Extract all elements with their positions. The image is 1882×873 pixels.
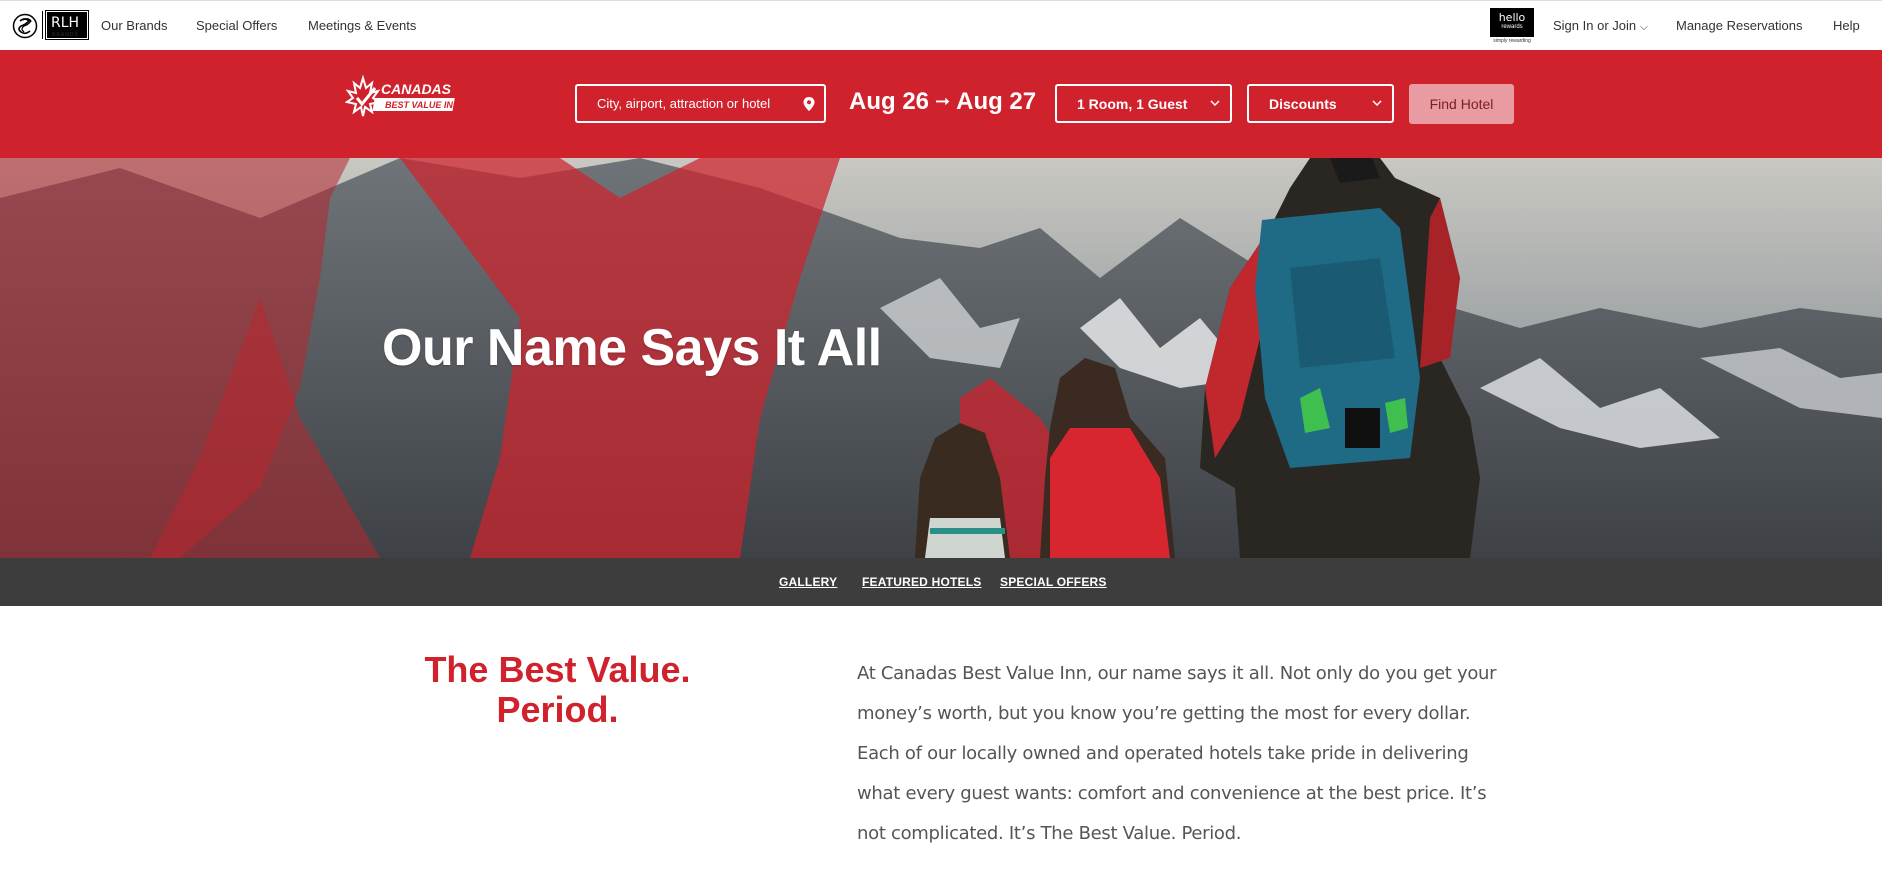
rlh-logo-text: RLH xyxy=(51,15,80,31)
chevron-down-icon xyxy=(1210,100,1220,107)
find-hotel-button[interactable]: Find Hotel xyxy=(1409,84,1514,124)
subnav-gallery[interactable]: GALLERY xyxy=(779,575,837,589)
rewards-tagline: simply rewarding xyxy=(1493,38,1531,44)
booking-bar: CANADAS BEST VALUE INN Aug 26 ➞Aug 27 1 R… xyxy=(0,50,1882,158)
sign-in-join-link[interactable]: Sign In or Join ⌵ xyxy=(1553,18,1648,33)
logo-wordmark-line1: CANADAS xyxy=(381,81,452,97)
discounts-select[interactable]: Discounts xyxy=(1247,84,1394,123)
nav-special-offers[interactable]: Special Offers xyxy=(196,18,277,33)
subnav-featured-hotels[interactable]: FEATURED HOTELS xyxy=(862,575,981,589)
sonesta-logo-icon[interactable] xyxy=(12,13,38,39)
intro-headline-line1: The Best Value. xyxy=(424,649,691,690)
rewards-logo-line1: hello xyxy=(1498,11,1526,24)
canadas-best-value-inn-logo[interactable]: CANADAS BEST VALUE INN xyxy=(345,74,465,124)
rooms-guests-select[interactable]: 1 Room, 1 Guest xyxy=(1055,84,1232,123)
manage-reservations-link[interactable]: Manage Reservations xyxy=(1676,18,1802,33)
hero-image xyxy=(0,158,1882,558)
subnav-special-offers[interactable]: SPECIAL OFFERS xyxy=(1000,575,1107,589)
rlh-logo-subtext: BRANDS xyxy=(52,32,79,38)
arrow-right-icon: ➞ xyxy=(935,91,951,111)
hero-title: Our Name Says It All xyxy=(382,319,882,377)
sign-in-label: Sign In or Join xyxy=(1553,18,1637,33)
rewards-logo-line2: rewards xyxy=(1501,24,1523,30)
section-subnav: GALLERY FEATURED HOTELS SPECIAL OFFERS xyxy=(0,558,1882,606)
destination-search[interactable] xyxy=(575,84,826,123)
top-navigation: RLH BRANDS Our Brands Special Offers Mee… xyxy=(0,0,1882,50)
discounts-value: Discounts xyxy=(1269,96,1337,112)
logo-divider xyxy=(42,11,43,39)
help-link[interactable]: Help xyxy=(1833,18,1860,33)
nav-meetings-events[interactable]: Meetings & Events xyxy=(308,18,416,33)
rooms-guests-value: 1 Room, 1 Guest xyxy=(1077,96,1188,112)
intro-headline: The Best Value. Period. xyxy=(410,650,705,730)
location-pin-icon xyxy=(803,97,815,111)
logo-wordmark-line2: BEST VALUE INN xyxy=(385,100,460,110)
date-range-picker[interactable]: Aug 26 ➞ Aug 27 xyxy=(849,88,1036,116)
nav-our-brands[interactable]: Our Brands xyxy=(101,18,167,33)
intro-body-text: At Canadas Best Value Inn, our name says… xyxy=(857,663,1497,844)
check-in-date[interactable]: Aug 26 xyxy=(849,88,929,115)
check-out-date[interactable]: Aug 27 xyxy=(956,88,1036,115)
hero-banner: Our Name Says It All xyxy=(0,158,1882,558)
destination-search-input[interactable] xyxy=(577,86,797,121)
chevron-down-icon: ⌵ xyxy=(1640,22,1648,33)
intro-headline-line2: Period. xyxy=(496,689,619,730)
chevron-down-icon xyxy=(1372,100,1382,107)
hello-rewards-logo[interactable]: hello rewards simply rewarding xyxy=(1490,8,1534,44)
